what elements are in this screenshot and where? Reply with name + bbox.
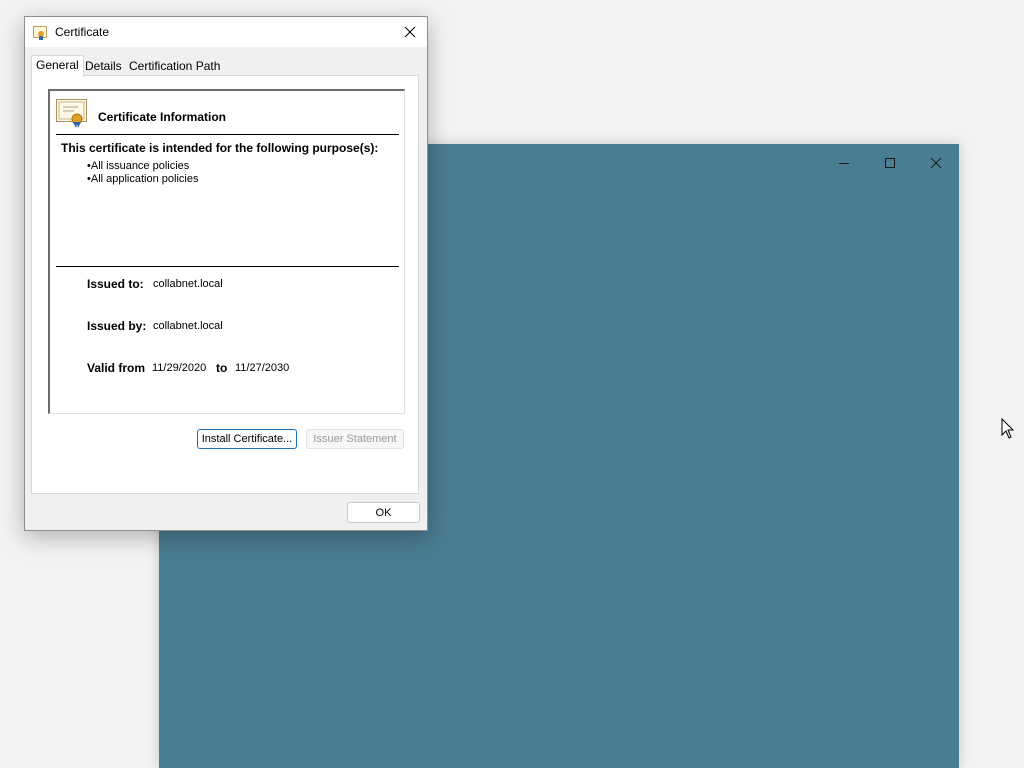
purpose-heading: This certificate is intended for the fol… xyxy=(61,141,379,155)
tab-details[interactable]: Details xyxy=(81,57,126,76)
general-tab-page: Certificate Information This certificate… xyxy=(31,75,419,494)
valid-to-label: to xyxy=(216,361,228,375)
certificate-info-heading: Certificate Information xyxy=(98,110,227,124)
certificate-large-icon xyxy=(56,99,87,128)
valid-to-value: 11/27/2030 xyxy=(235,362,290,374)
ok-button[interactable]: OK xyxy=(347,502,420,523)
issued-to-value: collabnet.local xyxy=(153,278,223,290)
divider xyxy=(56,134,399,135)
maximize-button[interactable] xyxy=(867,148,913,178)
minimize-icon xyxy=(839,163,849,164)
maximize-icon xyxy=(885,158,895,168)
dialog-close-button[interactable] xyxy=(393,17,427,47)
install-certificate-button[interactable]: Install Certificate... xyxy=(197,429,297,449)
close-icon xyxy=(404,26,416,38)
close-button[interactable] xyxy=(913,148,959,178)
issuer-statement-button[interactable]: Issuer Statement xyxy=(306,429,404,449)
certificate-info-box: Certificate Information This certificate… xyxy=(48,89,405,414)
issued-to-label: Issued to: xyxy=(87,277,144,291)
issued-by-value: collabnet.local xyxy=(153,320,223,332)
tab-general[interactable]: General xyxy=(31,55,84,77)
valid-from-label: Valid from xyxy=(87,361,146,375)
divider xyxy=(56,266,399,267)
purpose-item: All application policies xyxy=(87,173,199,186)
mouse-cursor-icon xyxy=(1001,418,1015,439)
title-bar: Certificate xyxy=(25,17,427,47)
certificate-icon xyxy=(33,26,47,40)
purpose-list: All issuance policies All application po… xyxy=(87,160,199,186)
valid-from-value: 11/29/2020 xyxy=(152,362,207,374)
purpose-item: All issuance policies xyxy=(87,160,198,173)
dialog-title: Certificate xyxy=(55,25,110,39)
close-icon xyxy=(930,157,942,169)
minimize-button[interactable] xyxy=(821,148,867,178)
certificate-dialog: Certificate General Details Certificatio… xyxy=(24,16,428,531)
tab-certification-path[interactable]: Certification Path xyxy=(125,57,224,76)
issued-by-label: Issued by: xyxy=(87,319,147,333)
